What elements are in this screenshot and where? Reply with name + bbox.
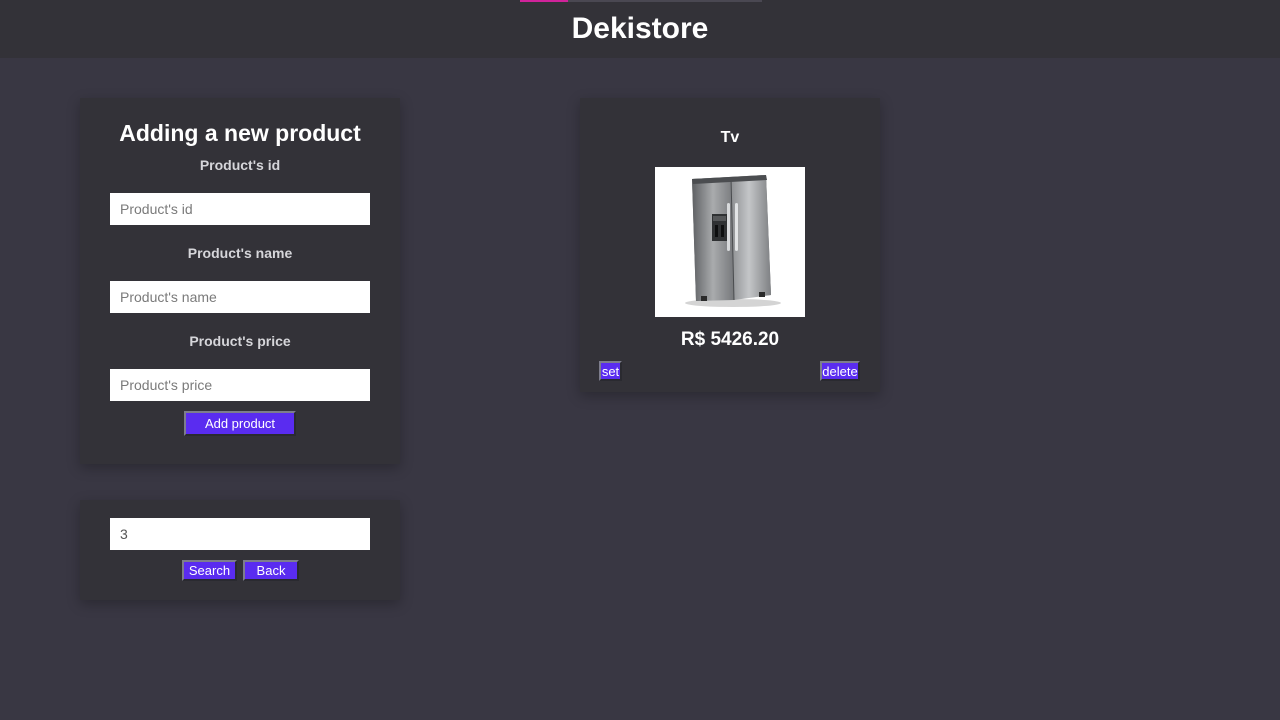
product-price-input[interactable]	[110, 369, 370, 401]
search-card	[80, 500, 400, 600]
product-id-label: Product's id	[199, 157, 281, 173]
add-product-button[interactable]: Add product	[184, 411, 296, 436]
product-image	[655, 167, 805, 317]
refrigerator-icon	[685, 175, 781, 307]
site-title: Dekistore	[571, 12, 709, 45]
search-button[interactable]: Search	[182, 560, 237, 581]
loading-progress-bar	[520, 0, 762, 2]
product-price-label: Product's price	[189, 333, 291, 349]
delete-button[interactable]: delete	[820, 361, 860, 381]
loading-progress-fill	[520, 0, 569, 2]
product-id-input[interactable]	[110, 193, 370, 225]
product-price: R$ 5426.20	[680, 329, 780, 350]
search-input[interactable]	[110, 518, 370, 550]
product-name-label: Product's name	[187, 245, 293, 261]
form-heading: Adding a new product	[119, 120, 361, 146]
header: Dekistore	[0, 0, 1280, 58]
product-name: Tv	[720, 129, 740, 146]
back-button[interactable]: Back	[243, 560, 299, 581]
set-button[interactable]: set	[599, 361, 622, 381]
product-name-input[interactable]	[110, 281, 370, 313]
